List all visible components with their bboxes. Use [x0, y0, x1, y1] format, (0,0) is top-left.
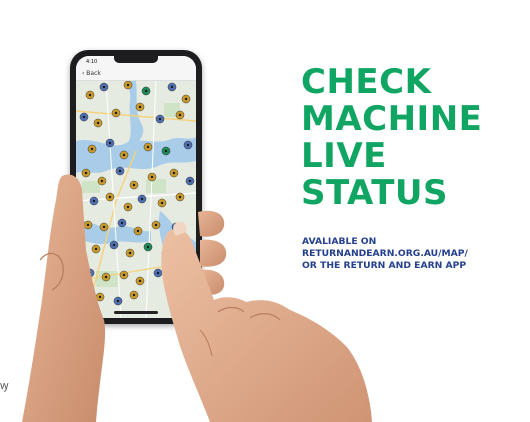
subtext-line: AVALIABLE ON	[302, 236, 377, 247]
map-pin-icon[interactable]	[113, 296, 123, 306]
map-pin-icon[interactable]	[105, 138, 115, 148]
map-pin-icon[interactable]	[135, 102, 145, 112]
map-pin-icon[interactable]	[161, 248, 171, 258]
map-pin-icon[interactable]	[111, 108, 121, 118]
map-pin-icon[interactable]	[133, 226, 143, 236]
headline: CHECK MACHINE LIVE STATUS	[301, 64, 521, 212]
headline-line: CHECK	[301, 62, 432, 102]
map-pin-icon[interactable]	[183, 140, 193, 150]
map-pin-icon[interactable]	[85, 90, 95, 100]
map-pin-icon[interactable]	[123, 81, 133, 90]
map-pin-icon[interactable]	[117, 218, 127, 228]
home-indicator	[114, 311, 158, 314]
map-pin-icon[interactable]	[123, 202, 133, 212]
map-pin-icon[interactable]	[85, 268, 95, 278]
map-pin-icon[interactable]	[147, 172, 157, 182]
map-pin-icon[interactable]	[109, 240, 119, 250]
map-pin-icon[interactable]	[171, 222, 181, 232]
map-pin-icon[interactable]	[97, 176, 107, 186]
edge-glyph: ꝡ	[0, 379, 9, 392]
map-pin-icon[interactable]	[87, 144, 97, 154]
phone-screen: 4:10 ‹ Back	[76, 56, 196, 318]
map-pin-icon[interactable]	[93, 118, 103, 128]
back-button[interactable]: ‹ Back	[82, 70, 101, 77]
phone-notch	[114, 56, 158, 63]
map-pin-icon[interactable]	[105, 192, 115, 202]
map-pin-icon[interactable]	[129, 290, 139, 300]
headline-line: LIVE	[301, 136, 387, 176]
map-pin-icon[interactable]	[119, 150, 129, 160]
map-pin-icon[interactable]	[99, 222, 109, 232]
map-pin-icon[interactable]	[155, 114, 165, 124]
app-nav-bar: ‹ Back	[76, 68, 196, 81]
map-pin-icon[interactable]	[95, 292, 105, 302]
subtext-line: OR THE RETURN AND EARN APP	[302, 260, 467, 271]
map-pin-icon[interactable]	[91, 244, 101, 254]
status-time: 4:10	[86, 59, 98, 65]
map-pin-icon[interactable]	[175, 192, 185, 202]
availability-text: AVALIABLE ON RETURNANDEARN.ORG.AU/MAP/ O…	[302, 236, 522, 272]
map-pin-icon[interactable]	[81, 168, 91, 178]
headline-line: STATUS	[301, 173, 449, 213]
map-pin-icon[interactable]	[83, 220, 93, 230]
map-pin-icon[interactable]	[157, 198, 167, 208]
map-pin-icon[interactable]	[135, 276, 145, 286]
map-pin-icon[interactable]	[101, 272, 111, 282]
map-pin-icon[interactable]	[161, 146, 171, 156]
map-pin-icon[interactable]	[119, 270, 129, 280]
map-pin-icon[interactable]	[79, 112, 89, 122]
map-pin-icon[interactable]	[175, 110, 185, 120]
map-pin-icon[interactable]	[153, 268, 163, 278]
map-pin-icon[interactable]	[169, 168, 179, 178]
map-pin-icon[interactable]	[143, 142, 153, 152]
map-pin-icon[interactable]	[185, 176, 195, 186]
map-pin-icon[interactable]	[143, 242, 153, 252]
map-view	[76, 81, 196, 318]
map-pin-icon[interactable]	[141, 86, 151, 96]
map-pin-icon[interactable]	[151, 220, 161, 230]
map-pin-icon[interactable]	[137, 194, 147, 204]
status-bar: 4:10	[76, 56, 196, 68]
map-pin-icon[interactable]	[129, 180, 139, 190]
map-pin-icon[interactable]	[167, 82, 177, 92]
map-pin-icon[interactable]	[115, 166, 125, 176]
headline-line: MACHINE	[301, 99, 483, 139]
map-pin-icon[interactable]	[181, 94, 191, 104]
subtext-line[interactable]: RETURNANDEARN.ORG.AU/MAP/	[302, 248, 522, 260]
map-pin-icon[interactable]	[89, 196, 99, 206]
phone-mockup: 4:10 ‹ Back	[70, 50, 202, 324]
map-pin-icon[interactable]	[99, 82, 109, 92]
map-pin-icon[interactable]	[125, 248, 135, 258]
